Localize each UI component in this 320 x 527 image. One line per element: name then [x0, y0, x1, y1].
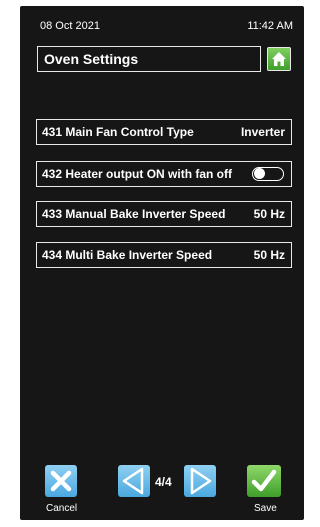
toggle-knob	[254, 168, 265, 179]
page-indicator: 4/4	[155, 475, 172, 489]
setting-label: 434 Multi Bake Inverter Speed	[42, 248, 213, 262]
setting-label: 432 Heater output ON with fan off	[42, 167, 233, 181]
setting-row-434[interactable]: 434 Multi Bake Inverter Speed 50 Hz	[36, 242, 292, 268]
page-title: Oven Settings	[37, 46, 261, 72]
save-button[interactable]	[247, 465, 281, 497]
prev-page-button[interactable]	[118, 465, 150, 497]
setting-row-431[interactable]: 431 Main Fan Control Type Inverter	[36, 119, 292, 145]
setting-value: 50 Hz	[253, 207, 285, 221]
triangle-left-icon	[122, 467, 144, 495]
home-button[interactable]	[267, 47, 291, 71]
setting-value: 50 Hz	[253, 248, 285, 262]
next-page-button[interactable]	[184, 465, 216, 497]
setting-label: 433 Manual Bake Inverter Speed	[42, 207, 226, 221]
cancel-button[interactable]	[45, 465, 77, 497]
setting-label: 431 Main Fan Control Type	[42, 125, 194, 139]
checkmark-icon	[251, 469, 277, 492]
heater-toggle[interactable]	[252, 167, 284, 181]
status-time: 11:42 AM	[247, 20, 293, 32]
cancel-label: Cancel	[46, 503, 78, 514]
status-date: 08 Oct 2021	[40, 20, 100, 32]
triangle-right-icon	[190, 467, 212, 495]
oven-settings-screen: 08 Oct 2021 11:42 AM Oven Settings 431 M…	[20, 6, 304, 520]
close-x-icon	[50, 470, 72, 492]
save-label: Save	[254, 503, 277, 514]
setting-row-432[interactable]: 432 Heater output ON with fan off	[36, 161, 292, 187]
setting-row-433[interactable]: 433 Manual Bake Inverter Speed 50 Hz	[36, 201, 292, 227]
setting-value: Inverter	[240, 125, 285, 139]
home-icon	[272, 52, 286, 66]
